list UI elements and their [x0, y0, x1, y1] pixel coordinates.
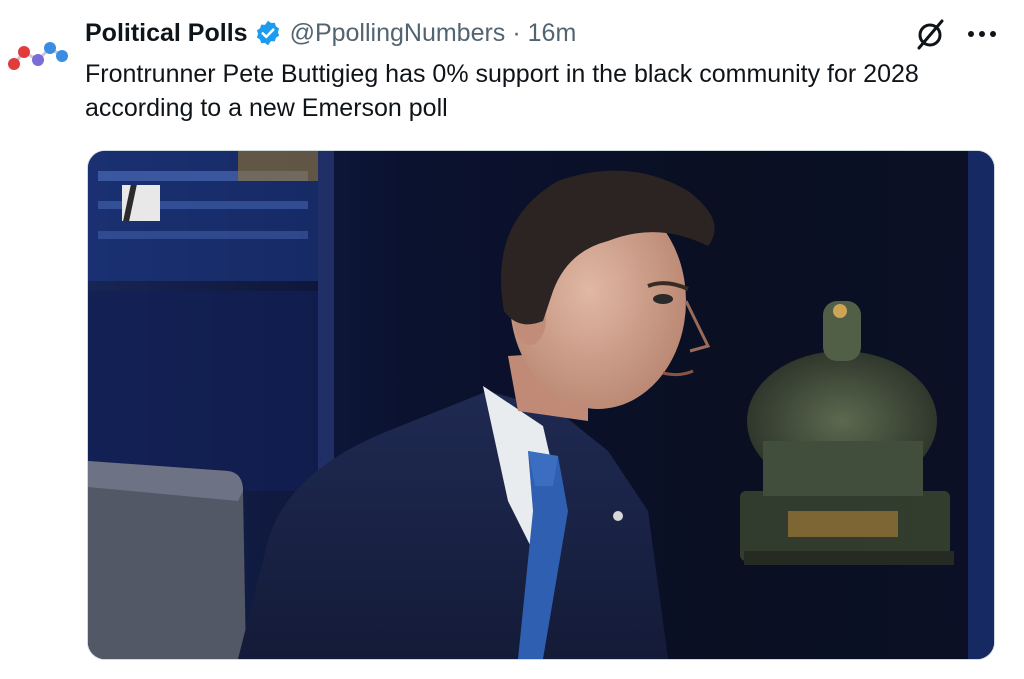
grok-button[interactable] [912, 16, 948, 52]
photo-illustration [88, 151, 994, 659]
verified-badge-icon[interactable] [254, 19, 282, 47]
user-handle[interactable]: @PpollingNumbers [290, 19, 506, 48]
display-name[interactable]: Political Polls [85, 19, 248, 48]
political-polls-logo-icon [8, 42, 68, 70]
tweet-photo[interactable] [87, 150, 995, 660]
separator-dot: · [512, 18, 521, 47]
grok-icon [917, 19, 944, 50]
more-options-icon [968, 31, 996, 37]
more-options-button[interactable] [962, 18, 1002, 50]
tweet-text: Frontrunner Pete Buttigieg has 0% suppor… [85, 60, 919, 122]
timestamp[interactable]: 16m [528, 19, 577, 48]
avatar[interactable] [4, 22, 70, 88]
tweet-header: Political Polls @PpollingNumbers · 16m [85, 14, 576, 52]
